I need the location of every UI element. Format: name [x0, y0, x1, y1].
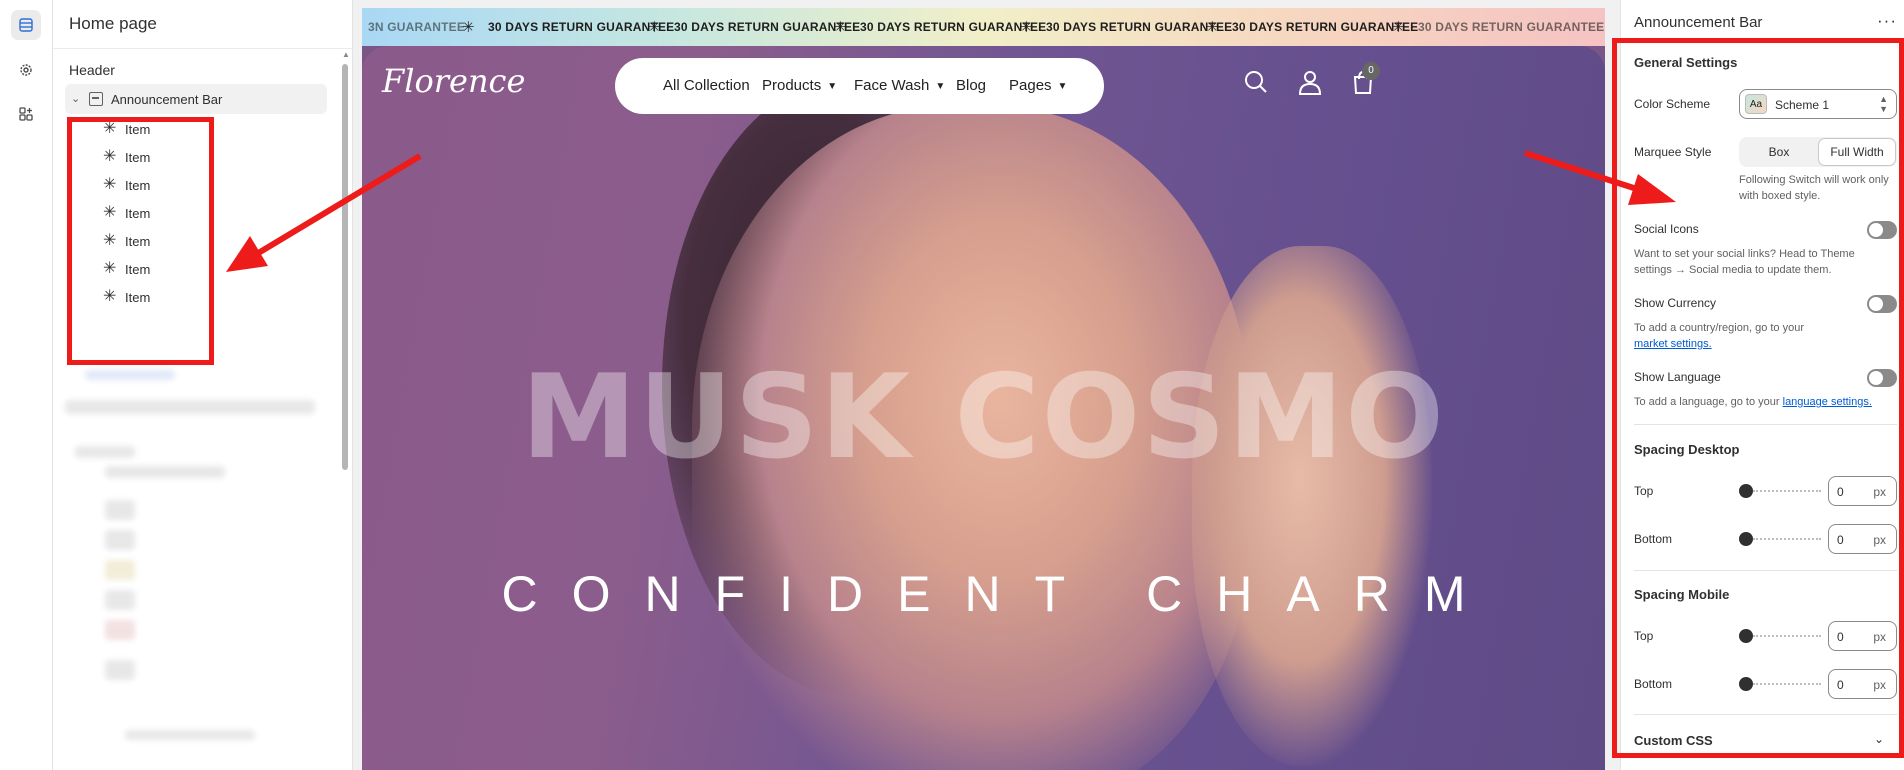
marquee-text: 30 DAYS RETURN GUARANTEE [1046, 20, 1233, 34]
settings-gear-icon[interactable] [11, 55, 41, 85]
cart-count-badge: 0 [1362, 62, 1380, 80]
hero-title: MUSK COSMO [521, 350, 1446, 485]
main-nav: All Collection Products ▼ Face Wash ▼ Blog… [615, 58, 1104, 114]
theme-preview: 3N GUARANTEE ✳ 30 DAYS RETURN GUARANTEE … [353, 0, 1620, 770]
marquee-text: 30 DAYS RETURN GUARANTEE [674, 20, 861, 34]
more-options-icon[interactable]: ··· [1877, 11, 1897, 31]
nav-products-label: Products [762, 77, 822, 94]
sparkle-icon: ✳ [1392, 19, 1405, 36]
account-icon[interactable] [1296, 68, 1324, 96]
nav-products[interactable]: Products ▼ [762, 77, 837, 94]
page-title: Home page [69, 14, 157, 33]
site-logo[interactable]: Florence [382, 62, 525, 100]
scroll-up-arrow-icon[interactable]: ▲ [342, 50, 350, 59]
sparkle-icon: ✳ [1020, 19, 1033, 36]
preview-canvas: 3N GUARANTEE ✳ 30 DAYS RETURN GUARANTEE … [362, 8, 1605, 770]
scrollbar-thumb[interactable] [342, 64, 348, 470]
section-announcement-bar[interactable]: ⌄ Announcement Bar [65, 84, 327, 114]
apps-icon[interactable] [11, 99, 41, 129]
nav-all-collection[interactable]: All Collection [663, 77, 750, 94]
hero-image-hand [1192, 246, 1432, 766]
sparkle-icon: ✳ [834, 19, 847, 36]
group-label-header: Header [69, 62, 115, 78]
section-icon [89, 92, 103, 106]
hero-subtitle: CONFIDENT CHARM [501, 566, 1500, 622]
chevron-down-icon: ▼ [935, 80, 946, 92]
hero-banner: Florence All Collection Products ▼ Face W… [362, 46, 1605, 770]
nav-blog[interactable]: Blog [956, 77, 986, 94]
section-label: Announcement Bar [111, 92, 223, 107]
nav-face-wash-label: Face Wash [854, 77, 930, 94]
left-panel: Home page Header ⌄ Announcement Bar ✳ Ite… [53, 0, 353, 770]
annotation-box-settings [1612, 38, 1904, 758]
site-header: Florence All Collection Products ▼ Face W… [362, 46, 1605, 126]
search-icon[interactable] [1242, 68, 1270, 96]
scrollbar[interactable]: ▲ [340, 50, 350, 770]
chevron-down-icon: ▼ [1057, 80, 1068, 92]
icon-rail [0, 0, 53, 770]
marquee-text: 30 DAYS RETURN GUARANTEE [860, 20, 1047, 34]
sparkle-icon: ✳ [648, 19, 661, 36]
sparkle-icon: ✳ [462, 19, 475, 36]
settings-title: Announcement Bar [1634, 14, 1763, 31]
marquee-text: 3N GUARANTEE [368, 20, 466, 34]
sections-icon[interactable] [11, 10, 41, 40]
nav-face-wash[interactable]: Face Wash ▼ [854, 77, 945, 94]
chevron-down-icon[interactable]: ⌄ [71, 92, 80, 105]
divider [53, 48, 353, 49]
marquee-text: 30 DAYS RETURN GUARANTEE [1232, 20, 1419, 34]
annotation-box-items [67, 117, 214, 365]
nav-pages[interactable]: Pages ▼ [1009, 77, 1067, 94]
marquee-text: 30 DAYS RETURN GUARANTEE [488, 20, 675, 34]
blurred-section-list [65, 370, 325, 750]
chevron-down-icon: ▼ [827, 80, 838, 92]
announcement-marquee[interactable]: 3N GUARANTEE ✳ 30 DAYS RETURN GUARANTEE … [362, 8, 1605, 46]
marquee-text: 30 DAYS RETURN GUARANTEE [1418, 20, 1605, 34]
nav-pages-label: Pages [1009, 77, 1052, 94]
sparkle-icon: ✳ [1206, 19, 1219, 36]
